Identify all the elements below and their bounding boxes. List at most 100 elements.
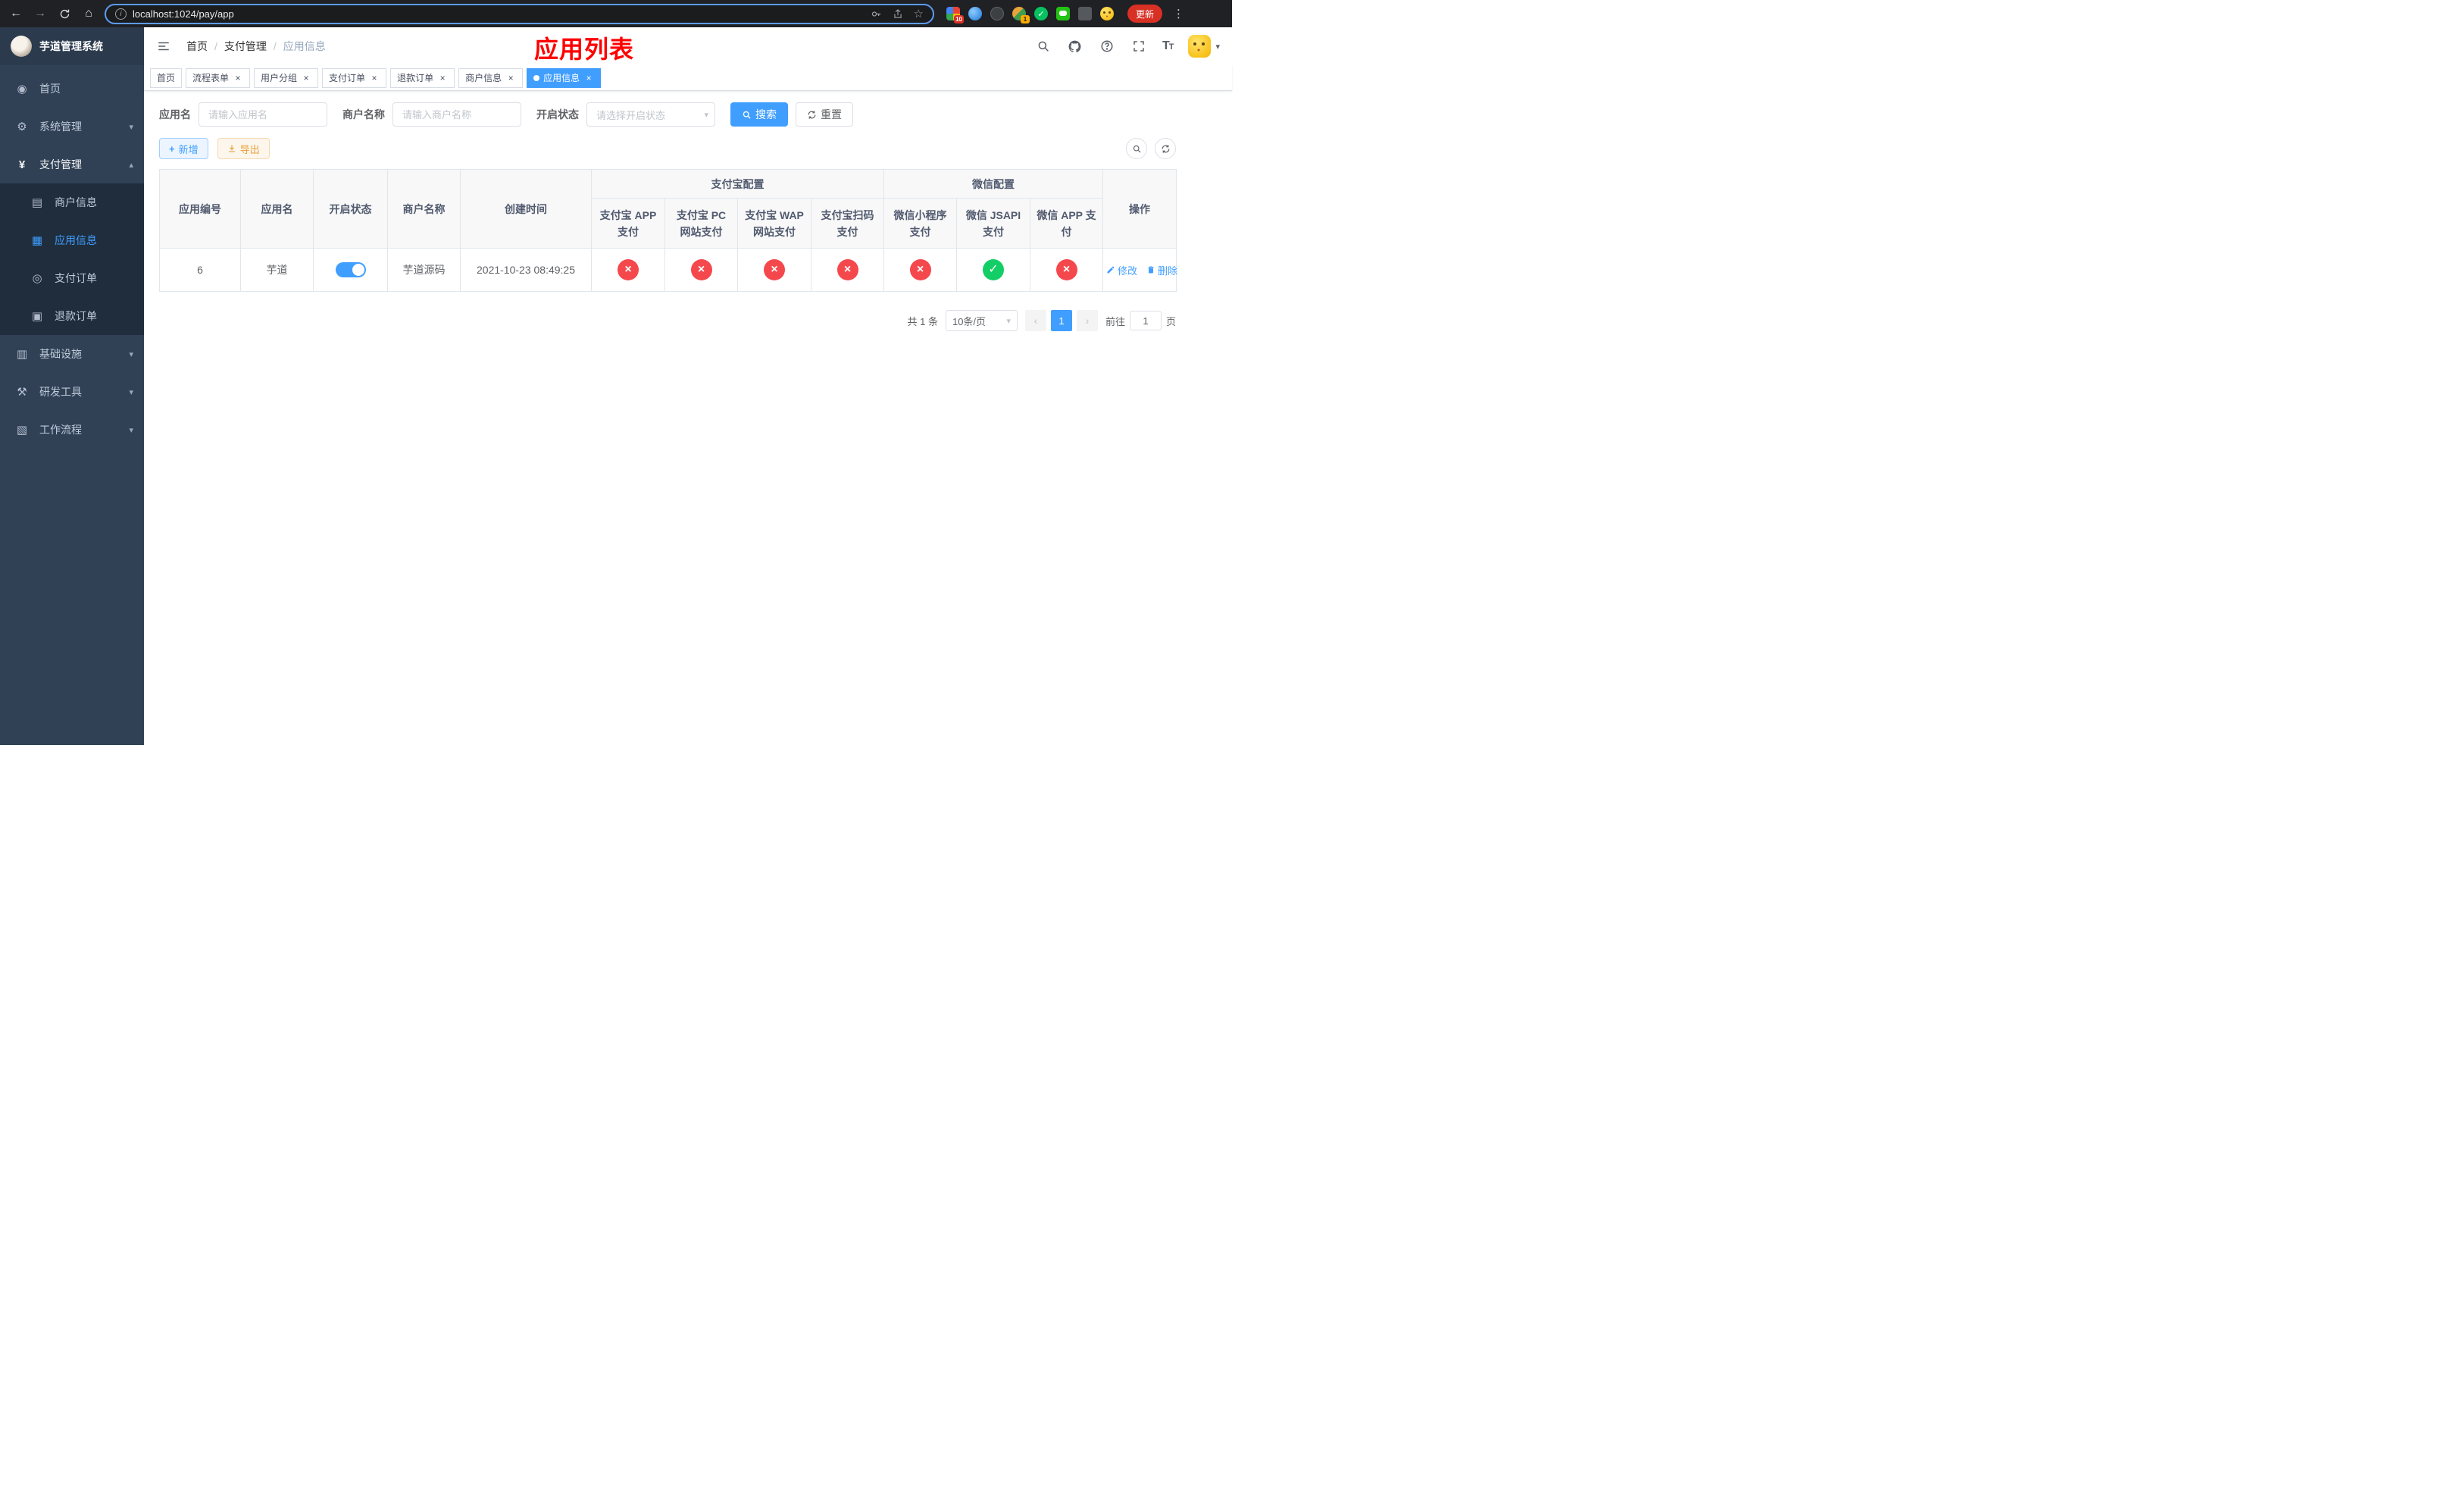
export-button[interactable]: 导出 xyxy=(217,138,270,159)
bookmark-star-icon[interactable] xyxy=(914,7,924,20)
browser-forward-icon[interactable] xyxy=(32,5,48,22)
share-icon[interactable] xyxy=(893,8,903,20)
pagination: 共 1 条 10条/页 1 前往 页 xyxy=(159,310,1176,331)
export-button-label: 导出 xyxy=(239,143,260,155)
plus-icon xyxy=(169,143,175,155)
sidebar-item-home[interactable]: 首页 xyxy=(0,70,144,108)
status-select-placeholder: 请选择开启状态 xyxy=(596,109,666,121)
goto-page-input[interactable] xyxy=(1129,311,1162,330)
browser-profile-avatar[interactable] xyxy=(1100,7,1114,20)
order-icon xyxy=(29,271,45,285)
next-page-button[interactable] xyxy=(1076,310,1098,331)
tab-process-form[interactable]: 流程表单 xyxy=(186,67,251,88)
sidebar-item-app-info[interactable]: 应用信息 xyxy=(0,221,144,259)
logo: 芋道管理系统 xyxy=(0,27,144,65)
reset-button[interactable]: 重置 xyxy=(796,102,853,127)
site-info-icon[interactable] xyxy=(115,8,127,20)
sidebar-item-workflow[interactable]: 工作流程 xyxy=(0,411,144,449)
monitor-icon xyxy=(14,347,30,361)
tab-user-group[interactable]: 用户分组 xyxy=(254,67,319,88)
tab-label: 首页 xyxy=(157,73,176,83)
tab-label: 商户信息 xyxy=(465,73,502,83)
sidebar-item-payment[interactable]: 支付管理 xyxy=(0,146,144,183)
password-key-icon[interactable] xyxy=(871,8,882,20)
status-toggle[interactable] xyxy=(335,262,366,277)
app-name-label: 应用名 xyxy=(159,108,191,121)
sidebar-item-merchant-info[interactable]: 商户信息 xyxy=(0,183,144,221)
sidebar-item-refund-order[interactable]: 退款订单 xyxy=(0,297,144,335)
column-group-wechat: 微信配置 xyxy=(883,169,1103,199)
column-header-wechat-mini: 微信小程序支付 xyxy=(883,198,957,249)
search-icon[interactable] xyxy=(1035,38,1052,55)
help-icon[interactable] xyxy=(1099,38,1115,55)
url-bar[interactable]: localhost:1024/pay/app xyxy=(105,3,934,24)
grid-icon xyxy=(29,233,45,247)
card-icon xyxy=(29,196,45,209)
refresh-table-button[interactable] xyxy=(1155,138,1176,159)
toggle-search-button[interactable] xyxy=(1126,138,1147,159)
extension-badge: 1 xyxy=(1021,15,1030,23)
browser-home-icon[interactable] xyxy=(80,5,97,22)
breadcrumb-separator: / xyxy=(214,40,217,52)
top-navbar: 首页 / 支付管理 / 应用信息 TT xyxy=(144,27,1232,65)
github-icon[interactable] xyxy=(1067,38,1083,55)
close-icon[interactable] xyxy=(505,73,516,83)
status-select[interactable]: 请选择开启状态 xyxy=(586,102,715,127)
chrome-update-button[interactable]: 更新 xyxy=(1127,5,1163,23)
column-header-alipay-qr: 支付宝扫码支付 xyxy=(811,198,884,249)
merchant-name-label: 商户名称 xyxy=(342,108,385,121)
page-number-1[interactable]: 1 xyxy=(1050,310,1072,331)
sidebar-item-dev-tools[interactable]: 研发工具 xyxy=(0,373,144,411)
column-header-alipay-pc: 支付宝 PC 网站支付 xyxy=(664,198,738,249)
fullscreen-icon[interactable] xyxy=(1130,38,1147,55)
sidebar-item-label: 支付管理 xyxy=(39,158,82,171)
sidebar-item-pay-order[interactable]: 支付订单 xyxy=(0,259,144,297)
extension-blue-icon[interactable] xyxy=(968,7,982,20)
search-button[interactable]: 搜索 xyxy=(730,102,788,127)
column-header-actions: 操作 xyxy=(1102,169,1177,249)
browser-reload-icon[interactable] xyxy=(56,5,73,22)
breadcrumb-current: 应用信息 xyxy=(283,40,326,52)
tab-pay-order[interactable]: 支付订单 xyxy=(322,67,387,88)
extension-wechat-icon[interactable] xyxy=(1034,7,1048,20)
breadcrumb-payment[interactable]: 支付管理 xyxy=(224,39,267,54)
merchant-name-input[interactable] xyxy=(392,102,521,127)
tab-refund-order[interactable]: 退款订单 xyxy=(390,67,455,88)
extension-grid-icon[interactable]: 10 xyxy=(946,7,964,23)
workflow-icon xyxy=(14,423,30,437)
page-size-select[interactable]: 10条/页 xyxy=(945,310,1018,331)
add-button[interactable]: 新增 xyxy=(159,138,208,159)
breadcrumb-home[interactable]: 首页 xyxy=(186,39,208,54)
tab-merchant-info[interactable]: 商户信息 xyxy=(458,67,524,88)
prev-page-button[interactable] xyxy=(1024,310,1046,331)
sidebar-item-system[interactable]: 系统管理 xyxy=(0,108,144,146)
goto-unit: 页 xyxy=(1165,315,1176,327)
sidebar-item-infra[interactable]: 基础设施 xyxy=(0,335,144,373)
extension-chat-icon[interactable] xyxy=(1056,7,1070,20)
collapse-sidebar-icon[interactable] xyxy=(156,37,174,55)
tab-home[interactable]: 首页 xyxy=(150,67,183,88)
tab-label: 支付订单 xyxy=(329,73,366,83)
user-avatar-menu[interactable] xyxy=(1188,35,1220,58)
font-size-icon[interactable]: TT xyxy=(1162,39,1174,53)
edit-button[interactable]: 修改 xyxy=(1106,263,1137,277)
close-icon[interactable] xyxy=(369,73,380,83)
tab-app-info[interactable]: 应用信息 xyxy=(527,67,602,88)
delete-button[interactable]: 删除 xyxy=(1146,263,1177,277)
cell-status xyxy=(313,248,388,292)
extension-dark-icon[interactable] xyxy=(990,7,1004,20)
close-icon[interactable] xyxy=(301,73,311,83)
page-content: 应用名 商户名称 开启状态 请选择开启状态 搜索 xyxy=(144,91,1191,343)
app-name-input[interactable] xyxy=(199,102,327,127)
browser-back-icon[interactable] xyxy=(8,5,24,22)
cell-app-name: 芋道 xyxy=(240,248,314,292)
close-icon[interactable] xyxy=(437,73,448,83)
browser-menu-icon[interactable] xyxy=(1173,7,1184,20)
extension-profile-icon[interactable]: 1 xyxy=(1012,7,1030,23)
avatar xyxy=(1188,35,1212,58)
close-icon[interactable] xyxy=(233,73,243,83)
extensions-puzzle-icon[interactable] xyxy=(1078,7,1092,20)
close-icon[interactable] xyxy=(583,73,594,83)
chevron-up-icon xyxy=(129,160,133,170)
column-header-alipay-wap: 支付宝 WAP 网站支付 xyxy=(737,198,811,249)
